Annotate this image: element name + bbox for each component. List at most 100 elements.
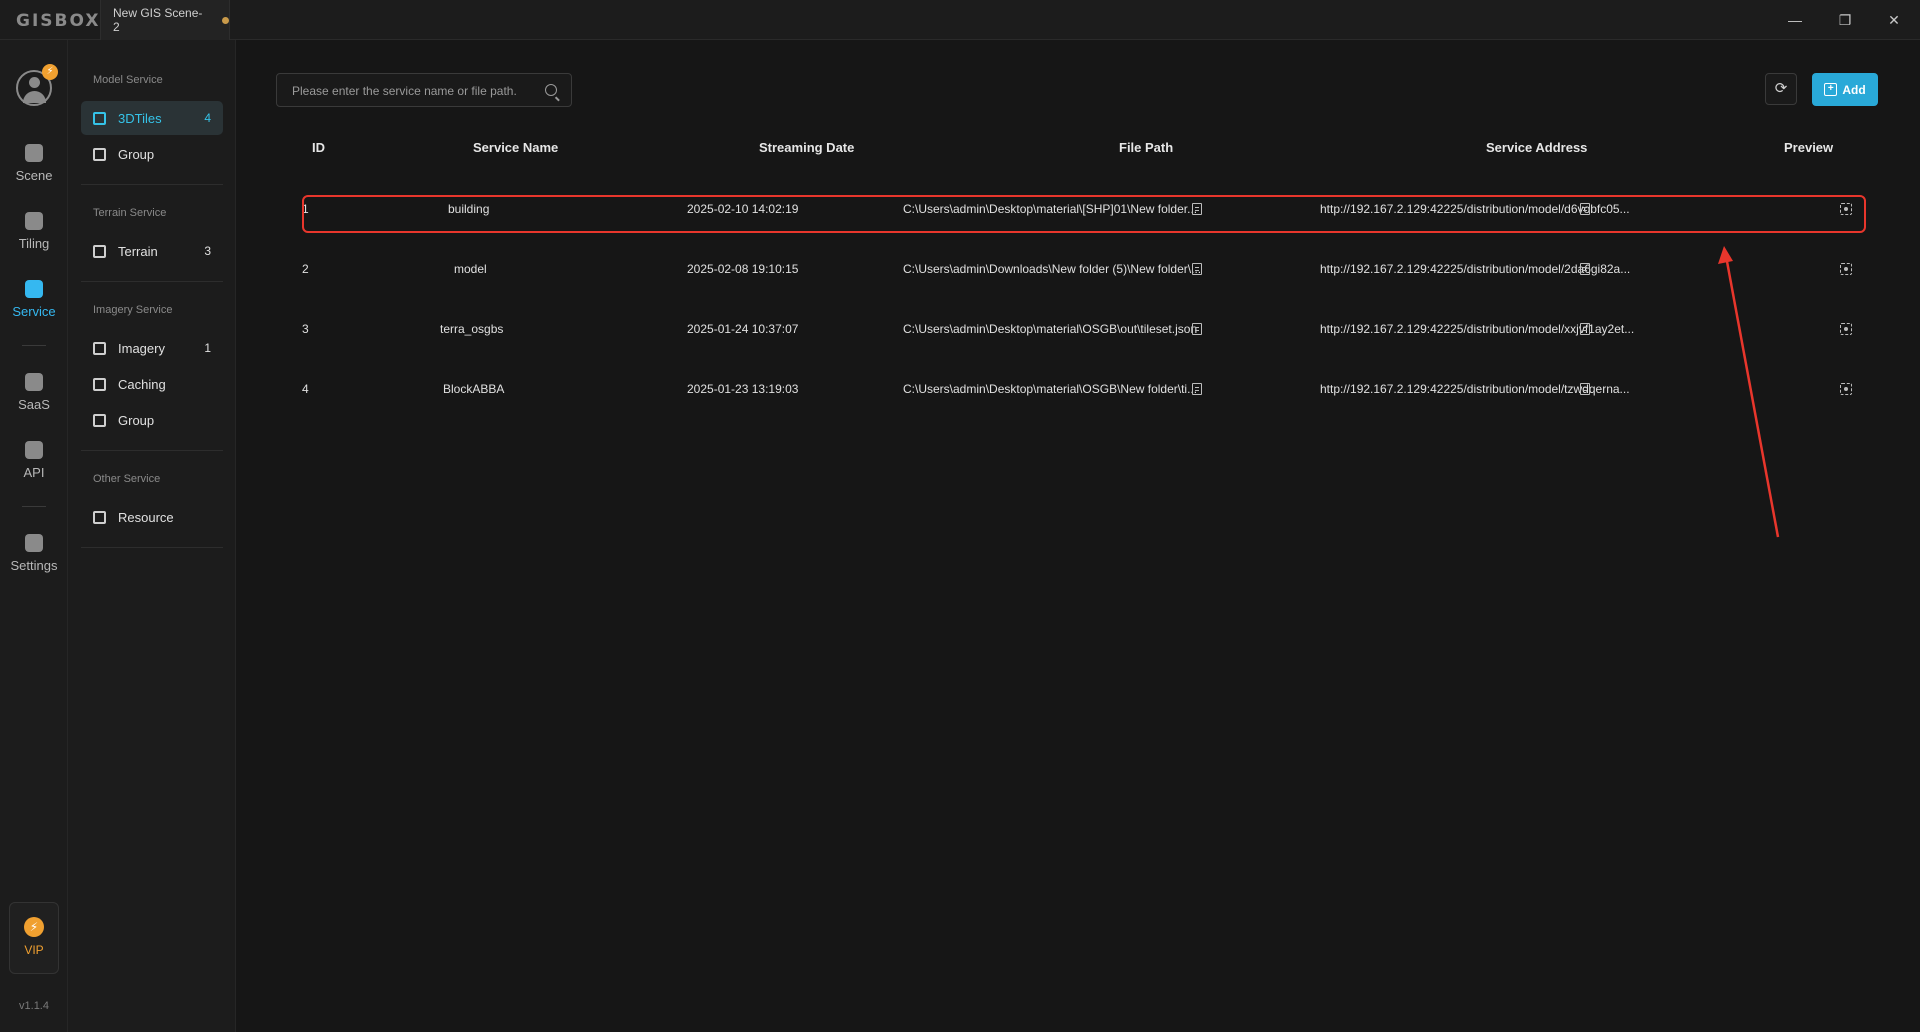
- table-row[interactable]: 1 building 2025-02-10 14:02:19 C:\Users\…: [302, 192, 1882, 228]
- vip-label: VIP: [24, 943, 44, 957]
- column-header-file-path: File Path: [1119, 140, 1174, 155]
- minimize-button[interactable]: —: [1777, 8, 1813, 32]
- rail-item-label: Tiling: [18, 236, 50, 251]
- rail-item-label: SaaS: [18, 397, 50, 412]
- table-row[interactable]: 3 terra_osgbs 2025-01-24 10:37:07 C:\Use…: [302, 312, 1882, 348]
- preview-icon[interactable]: [1840, 203, 1852, 215]
- rail-item-settings[interactable]: Settings: [0, 528, 68, 588]
- refresh-button[interactable]: ⟳: [1765, 73, 1797, 105]
- subnav-item-imagery-group[interactable]: Group: [81, 403, 223, 437]
- service-subnav: Model Service 3DTiles 4 Group Terrain Se…: [68, 40, 236, 1032]
- subnav-item-resource[interactable]: Resource: [81, 500, 223, 534]
- subnav-divider: [81, 450, 223, 451]
- imagery-icon: [93, 341, 106, 355]
- avatar-head: [29, 77, 40, 88]
- scene-tab[interactable]: New GIS Scene-2: [100, 0, 230, 40]
- plus-icon: +: [1824, 83, 1838, 96]
- rail-item-api[interactable]: API: [0, 435, 68, 495]
- preview-icon[interactable]: [1840, 263, 1852, 275]
- subnav-item-label: Resource: [118, 509, 174, 525]
- copy-address-icon[interactable]: [1580, 263, 1590, 275]
- column-header-id: ID: [312, 140, 325, 155]
- app-logo: GISBOX: [16, 11, 101, 31]
- left-rail: ⚡ Scene Tiling Service SaaS API Settings…: [0, 40, 68, 1032]
- terrain-icon: [93, 244, 106, 258]
- rail-item-label: Scene: [15, 168, 53, 183]
- table-row[interactable]: 4 BlockABBA 2025-01-23 13:19:03 C:\Users…: [302, 372, 1882, 408]
- table-row[interactable]: 2 model 2025-02-08 19:10:15 C:\Users\adm…: [302, 252, 1882, 288]
- subnav-item-3dtiles[interactable]: 3DTiles 4: [81, 101, 223, 135]
- close-button[interactable]: ✕: [1876, 8, 1912, 32]
- preview-icon[interactable]: [1840, 323, 1852, 335]
- cell-id: 3: [302, 322, 309, 336]
- rail-item-service[interactable]: Service: [0, 274, 68, 334]
- cell-id: 2: [302, 262, 309, 276]
- search-icon[interactable]: [545, 84, 557, 96]
- cell-file-path: C:\Users\admin\Desktop\material\OSGB\out…: [903, 322, 1198, 336]
- copy-path-icon[interactable]: [1192, 203, 1202, 215]
- section-title-imagery: Imagery Service: [93, 304, 173, 316]
- copy-address-icon[interactable]: [1580, 203, 1590, 215]
- subnav-item-model-group[interactable]: Group: [81, 137, 223, 171]
- rail-item-scene[interactable]: Scene: [0, 138, 68, 198]
- main-content: ⟳ + Add ID Service Name Streaming Date F…: [236, 40, 1920, 1032]
- copy-address-icon[interactable]: [1580, 383, 1590, 395]
- cell-service-name: BlockABBA: [443, 382, 505, 396]
- search-input[interactable]: [292, 82, 532, 100]
- group-icon: [93, 147, 106, 161]
- subnav-item-terrain[interactable]: Terrain 3: [81, 234, 223, 268]
- copy-path-icon[interactable]: [1192, 383, 1202, 395]
- add-button[interactable]: + Add: [1812, 73, 1878, 106]
- cell-service-name: terra_osgbs: [440, 322, 504, 336]
- subnav-item-label: Caching: [118, 376, 166, 392]
- user-avatar[interactable]: ⚡: [16, 64, 58, 106]
- gear-icon: [25, 534, 43, 552]
- subnav-item-label: Imagery: [118, 340, 165, 356]
- tiles-icon: [93, 111, 106, 125]
- copy-address-icon[interactable]: [1580, 323, 1590, 335]
- vip-button[interactable]: ⚡ VIP: [9, 902, 59, 974]
- subnav-item-label: Terrain: [118, 243, 158, 259]
- app-version: v1.1.4: [19, 1000, 49, 1012]
- cell-file-path: C:\Users\admin\Desktop\material\OSGB\New…: [903, 382, 1198, 396]
- subnav-divider: [81, 547, 223, 548]
- cell-streaming-date: 2025-02-10 14:02:19: [687, 202, 799, 216]
- subnav-item-caching[interactable]: Caching: [81, 367, 223, 401]
- restore-button[interactable]: ❐: [1827, 8, 1863, 32]
- subnav-item-imagery[interactable]: Imagery 1: [81, 331, 223, 365]
- vip-badge-icon: ⚡: [42, 64, 58, 80]
- column-header-service-address: Service Address: [1486, 140, 1588, 155]
- rail-item-tiling[interactable]: Tiling: [0, 206, 68, 266]
- cell-service-name: model: [454, 262, 487, 276]
- section-title-other: Other Service: [93, 473, 161, 485]
- subnav-item-label: Group: [118, 412, 155, 428]
- tiling-icon: [25, 212, 43, 230]
- service-icon: [25, 280, 43, 298]
- cell-id: 1: [302, 202, 309, 216]
- rail-divider: [22, 345, 46, 346]
- cell-service-name: building: [448, 202, 490, 216]
- preview-icon[interactable]: [1840, 383, 1852, 395]
- search-box[interactable]: [276, 73, 572, 107]
- scene-tab-label: New GIS Scene-2: [113, 6, 203, 34]
- copy-path-icon[interactable]: [1192, 263, 1202, 275]
- group-icon: [93, 413, 106, 427]
- subnav-item-label: 3DTiles: [118, 110, 162, 126]
- cell-id: 4: [302, 382, 309, 396]
- lock-icon: [25, 373, 43, 391]
- rail-item-label: API: [23, 465, 45, 480]
- cell-file-path: C:\Users\admin\Downloads\New folder (5)\…: [903, 262, 1202, 276]
- subnav-divider: [81, 281, 223, 282]
- item-count: 3: [204, 244, 211, 258]
- rail-item-label: Service: [12, 304, 56, 319]
- cell-streaming-date: 2025-02-08 19:10:15: [687, 262, 799, 276]
- rail-item-saas[interactable]: SaaS: [0, 367, 68, 427]
- cell-streaming-date: 2025-01-24 10:37:07: [687, 322, 799, 336]
- resource-icon: [93, 510, 106, 524]
- title-bar: GISBOX New GIS Scene-2 — ❐ ✕: [0, 0, 1920, 40]
- avatar-body: [23, 91, 46, 103]
- cell-file-path: C:\Users\admin\Desktop\material\[SHP]01\…: [903, 202, 1198, 216]
- column-header-service-name: Service Name: [473, 140, 559, 155]
- add-button-label: Add: [1842, 82, 1866, 97]
- copy-path-icon[interactable]: [1192, 323, 1202, 335]
